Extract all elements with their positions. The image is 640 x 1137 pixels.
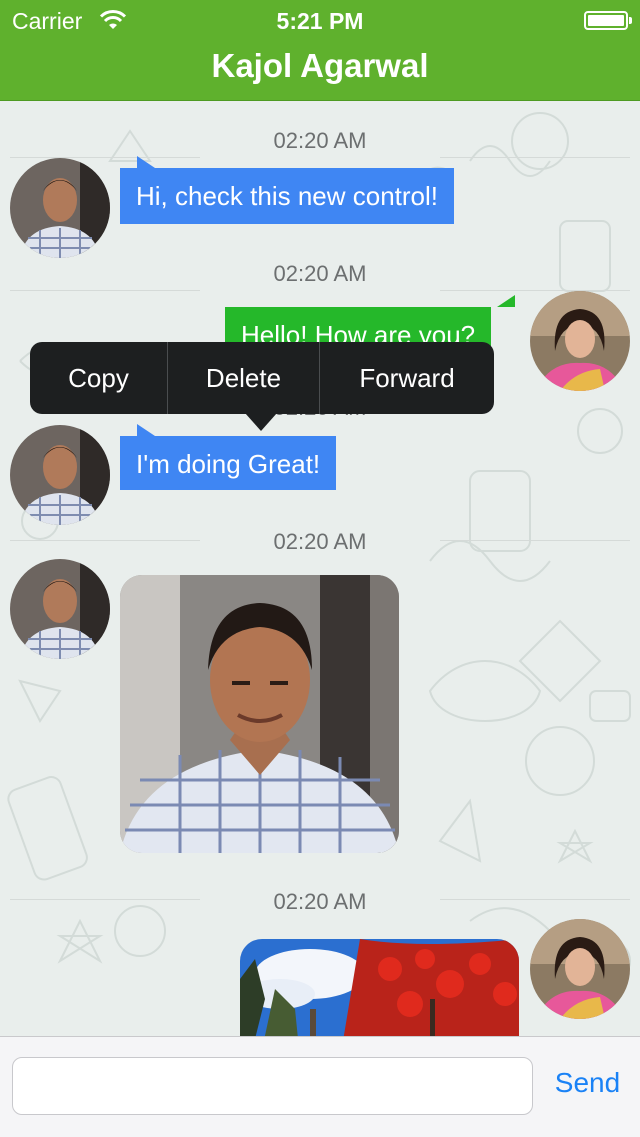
message-input[interactable] bbox=[12, 1057, 533, 1115]
divider bbox=[10, 540, 200, 541]
battery-icon bbox=[584, 11, 632, 30]
bubble-tail bbox=[497, 295, 515, 307]
message-bubble-incoming[interactable]: I'm doing Great! bbox=[120, 436, 337, 490]
divider bbox=[440, 540, 630, 541]
male-avatar[interactable] bbox=[10, 425, 110, 525]
navigation-bar: Carrier 5:21 PM Kajol Agarwal bbox=[0, 0, 640, 101]
message-composer: Send bbox=[0, 1036, 640, 1137]
menu-item-forward[interactable]: Forward bbox=[320, 342, 494, 414]
divider bbox=[10, 899, 200, 900]
message-text: I'm doing Great! bbox=[136, 449, 321, 479]
divider bbox=[440, 899, 630, 900]
context-menu: Copy Delete Forward bbox=[30, 342, 494, 414]
menu-item-copy[interactable]: Copy bbox=[30, 342, 167, 414]
male-avatar[interactable] bbox=[10, 158, 110, 258]
status-time: 5:21 PM bbox=[276, 8, 364, 34]
female-avatar[interactable] bbox=[530, 291, 630, 391]
female-avatar[interactable] bbox=[530, 919, 630, 1019]
message-timestamp: 02:20 AM bbox=[273, 889, 367, 914]
chat-thread[interactable]: 02:20 AM Hi, check this new control! 02:… bbox=[0, 101, 640, 1036]
menu-item-delete[interactable]: Delete bbox=[168, 342, 319, 414]
bubble-tail bbox=[137, 424, 155, 436]
bubble-tail bbox=[137, 156, 155, 168]
message-text: Hi, check this new control! bbox=[136, 181, 439, 211]
context-menu-arrow bbox=[245, 413, 277, 431]
divider bbox=[10, 157, 200, 158]
portrait-photo[interactable] bbox=[120, 575, 399, 853]
divider bbox=[10, 290, 200, 291]
message-bubble-incoming[interactable]: Hi, check this new control! bbox=[120, 168, 455, 224]
message-timestamp: 02:20 AM bbox=[273, 529, 367, 554]
divider bbox=[440, 290, 630, 291]
send-button[interactable]: Send bbox=[545, 1067, 630, 1099]
message-timestamp: 02:20 AM bbox=[273, 128, 367, 153]
status-bar: Carrier 5:21 PM bbox=[0, 0, 640, 40]
male-avatar[interactable] bbox=[10, 559, 110, 659]
divider bbox=[440, 157, 630, 158]
page-title: Kajol Agarwal bbox=[211, 47, 429, 84]
message-timestamp: 02:20 AM bbox=[273, 261, 367, 286]
autumn-forest-photo[interactable] bbox=[240, 939, 519, 1036]
